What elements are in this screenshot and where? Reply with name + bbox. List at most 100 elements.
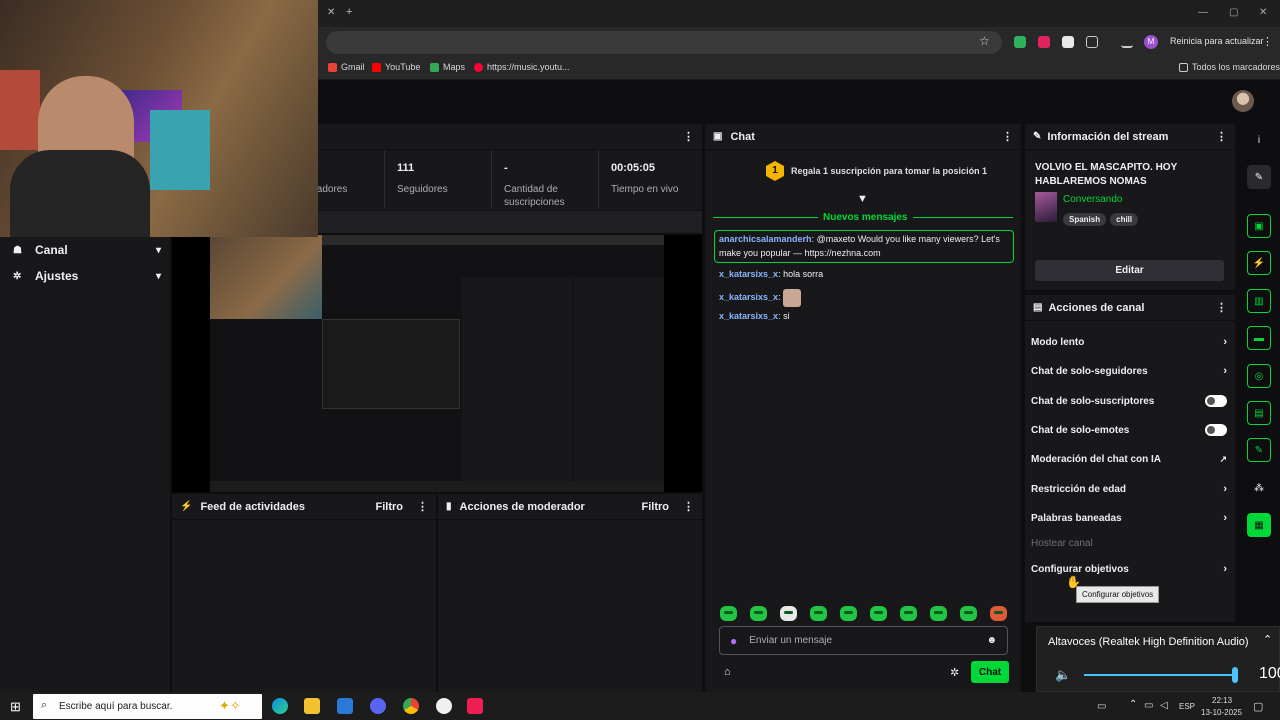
network-icon[interactable]: ▭ <box>1144 700 1153 711</box>
action-modo-lento[interactable]: Modo lento › <box>1031 336 1227 348</box>
bookmark-youtube[interactable]: YouTube <box>372 62 420 72</box>
tag[interactable]: Spanish <box>1063 213 1107 226</box>
close-tab-icon[interactable]: ✕ <box>327 7 335 18</box>
all-bookmarks[interactable]: Todos los marcadores <box>1179 62 1280 72</box>
action-restriccion-edad[interactable]: Restricción de edad › <box>1031 483 1227 495</box>
bookmark-gmail[interactable]: Gmail <box>328 62 365 72</box>
media-queue-icon[interactable] <box>1121 36 1133 48</box>
action-moderacion-ia[interactable]: Moderación del chat con IA ↗ <box>1031 454 1227 465</box>
emote-2[interactable] <box>750 606 767 621</box>
toggle-switch[interactable] <box>1205 395 1227 407</box>
edit-stream-button[interactable]: Editar <box>1035 260 1224 281</box>
emote-4[interactable] <box>810 606 827 621</box>
wrench-icon[interactable]: ✎ <box>1247 438 1271 462</box>
bookmark-music[interactable]: https://music.youtu... <box>474 62 570 72</box>
relaunch-button[interactable]: Reinicia para actualizar <box>1170 36 1264 46</box>
action-configurar-objetivos[interactable]: Configurar objetivos › <box>1031 563 1227 575</box>
extensions-puzzle-icon[interactable] <box>1086 36 1098 48</box>
emote-7[interactable] <box>900 606 917 621</box>
pencil-icon[interactable]: ✎ <box>1247 165 1271 189</box>
close-window-icon[interactable]: ✕ <box>1259 7 1267 18</box>
star-icon[interactable]: ☆ <box>979 34 990 48</box>
volume-tray-icon[interactable]: ◁ <box>1160 700 1168 711</box>
filter-button[interactable]: Filtro <box>376 501 404 513</box>
clock-date[interactable]: 13-10-2025 <box>1201 708 1242 717</box>
sidebar-item-ajustes[interactable]: ✲ Ajustes ▾ <box>13 269 161 283</box>
tag[interactable]: chill <box>1110 213 1139 226</box>
speaker-icon[interactable]: 🔈 <box>1055 667 1071 683</box>
chat-username[interactable]: anarchicsalamanderh <box>719 234 812 244</box>
file-explorer-icon[interactable] <box>304 698 320 714</box>
layers-icon[interactable]: ▤ <box>1247 401 1271 425</box>
chat-input[interactable]: ● Enviar un mensaje ☻ <box>719 626 1008 655</box>
notifications-icon[interactable]: ▢ <box>1253 700 1263 713</box>
edge-icon[interactable] <box>272 698 288 714</box>
minimize-icon[interactable]: — <box>1198 7 1208 18</box>
gift-sub-prompt[interactable]: Regala 1 suscripción para tomar la posic… <box>791 166 987 176</box>
emote-8[interactable] <box>930 606 947 621</box>
gear-icon[interactable]: ✲ <box>950 666 959 679</box>
stream-preview[interactable] <box>172 235 702 492</box>
category-box-art[interactable] <box>1035 192 1057 222</box>
extension-dark-icon[interactable] <box>1062 36 1074 48</box>
info-icon[interactable]: i <box>1247 128 1271 152</box>
profile-avatar[interactable]: M <box>1144 35 1158 49</box>
language-indicator[interactable]: ESP <box>1179 702 1195 711</box>
url-input[interactable]: ☆ <box>326 31 1002 54</box>
category-link[interactable]: Conversando <box>1063 194 1122 205</box>
chevron-up-icon[interactable]: ⌃ <box>1263 633 1272 646</box>
filter-button[interactable]: Filtro <box>642 501 670 513</box>
maximize-icon[interactable]: ▢ <box>1229 7 1238 18</box>
send-chat-button[interactable]: Chat <box>971 661 1009 683</box>
new-tab-icon[interactable]: + <box>346 6 352 18</box>
clapper-icon[interactable]: ▦ <box>1247 513 1271 537</box>
more-options-icon[interactable]: ⋮ <box>1002 130 1013 143</box>
windows-start-icon[interactable]: ⊞ <box>10 699 21 715</box>
tiktok-icon[interactable] <box>467 698 483 714</box>
keyboard-icon[interactable]: ▭ <box>1097 701 1106 712</box>
hype-train-icon[interactable]: ▼ <box>857 193 868 205</box>
sidebar-item-canal[interactable]: ☗ Canal ▾ <box>13 243 161 257</box>
lightning-icon[interactable]: ⚡ <box>1247 251 1271 275</box>
chat-username[interactable]: x_katarsixs_x <box>719 291 778 305</box>
obs-icon[interactable] <box>436 698 452 714</box>
emote-6[interactable] <box>870 606 887 621</box>
clock-time[interactable]: 22:13 <box>1212 696 1232 705</box>
taskbar-search[interactable]: ⌕ Escribe aquí para buscar. ✦✧ <box>33 694 262 719</box>
emote-10[interactable] <box>990 606 1007 621</box>
chrome-icon[interactable] <box>403 698 419 714</box>
chat-username[interactable]: x_katarsixs_x <box>719 269 778 279</box>
bookmark-maps[interactable]: Maps <box>430 62 465 72</box>
more-options-icon[interactable]: ⋮ <box>1216 301 1227 314</box>
discord-icon[interactable] <box>370 698 386 714</box>
crop-icon[interactable]: ▣ <box>1247 214 1271 238</box>
more-options-icon[interactable]: ⋮ <box>417 500 428 513</box>
emote-5[interactable] <box>840 606 857 621</box>
emote-1[interactable] <box>720 606 737 621</box>
user-avatar[interactable] <box>1232 90 1254 112</box>
chat-icon[interactable]: ▬ <box>1247 326 1271 350</box>
extension-shield-icon[interactable] <box>1014 36 1026 48</box>
store-icon[interactable] <box>337 698 353 714</box>
emote-3[interactable] <box>780 606 797 621</box>
action-palabras-baneadas[interactable]: Palabras baneadas › <box>1031 512 1227 524</box>
more-options-icon[interactable]: ⋮ <box>683 500 694 513</box>
volume-thumb[interactable] <box>1232 667 1238 683</box>
clipboard-icon[interactable]: ▥ <box>1247 289 1271 313</box>
broadcast-icon[interactable]: ◎ <box>1247 364 1271 388</box>
gift-icon[interactable]: ⌂ <box>724 666 731 678</box>
share-icon[interactable]: ⁂ <box>1247 476 1271 500</box>
more-options-icon[interactable]: ⋮ <box>1216 130 1227 143</box>
audio-device-name[interactable]: Altavoces (Realtek High Definition Audio… <box>1048 636 1249 648</box>
action-solo-seguidores[interactable]: Chat de solo-seguidores › <box>1031 365 1227 377</box>
extension-red-icon[interactable] <box>1038 36 1050 48</box>
volume-track[interactable] <box>1084 674 1236 676</box>
toggle-switch[interactable] <box>1205 424 1227 436</box>
more-options-icon[interactable]: ⋮ <box>683 130 694 143</box>
emote-picker-icon[interactable]: ☻ <box>986 635 997 646</box>
tray-chevron-icon[interactable]: ⌃ <box>1129 699 1137 710</box>
emote-9[interactable] <box>960 606 977 621</box>
microphone-icon[interactable]: ● <box>730 634 737 648</box>
browser-menu-icon[interactable]: ⋮ <box>1262 35 1273 48</box>
chat-username[interactable]: x_katarsixs_x <box>719 311 778 321</box>
